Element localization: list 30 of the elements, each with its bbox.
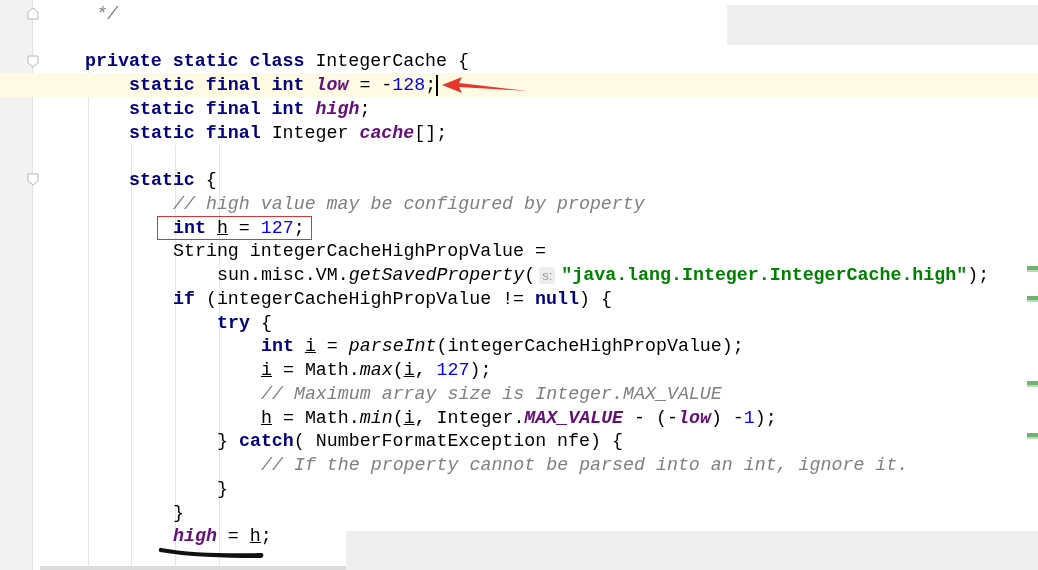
change-marker[interactable] (1027, 433, 1038, 439)
code-line: // high value may be configured by property (173, 192, 645, 215)
code-line: } catch( NumberFormatException nfe) { (217, 430, 623, 453)
code-line: int h = 127; (158, 216, 311, 239)
code-line: int i = parseInt(integerCacheHighPropValue); (261, 335, 744, 358)
change-marker[interactable] (1027, 381, 1038, 387)
horizontal-scrollbar[interactable] (40, 566, 346, 570)
code-line: try { (217, 311, 272, 334)
code-line: h = Math.min(i, Integer.MAX_VALUE - (-low) -1); (261, 406, 777, 429)
fold-icon[interactable] (26, 172, 40, 188)
code-line: i = Math.max(i, 127); (261, 359, 492, 382)
change-marker[interactable] (1027, 296, 1038, 302)
code-line: static final Integer cache[]; (129, 121, 448, 144)
code-line: static { (129, 169, 217, 192)
fold-icon[interactable] (26, 6, 40, 21)
code-line: high = h; (173, 525, 272, 548)
change-marker[interactable] (1027, 266, 1038, 272)
code-line: */ (94, 2, 118, 25)
code-line: // Maximum array size is Integer.MAX_VALUE (261, 382, 722, 405)
code-line: // If the property cannot be parsed into an int, ignore it. (261, 454, 909, 477)
code-line: String integerCacheHighPropValue = (173, 240, 546, 263)
fold-icon[interactable] (26, 53, 40, 69)
code-line: sun.misc.VM.getSavedProperty( s: "java.lang.Integer.IntegerCache.high"); (217, 263, 990, 287)
code-line: private static class IntegerCache { (85, 50, 469, 73)
code-line: } (173, 501, 184, 524)
code-line: static final int low = -128; (129, 74, 437, 97)
code-line: static final int high; (129, 97, 371, 120)
code-line: } (217, 477, 228, 500)
code-line: if (integerCacheHighPropValue != null) { (173, 287, 612, 310)
text-caret (436, 74, 439, 96)
